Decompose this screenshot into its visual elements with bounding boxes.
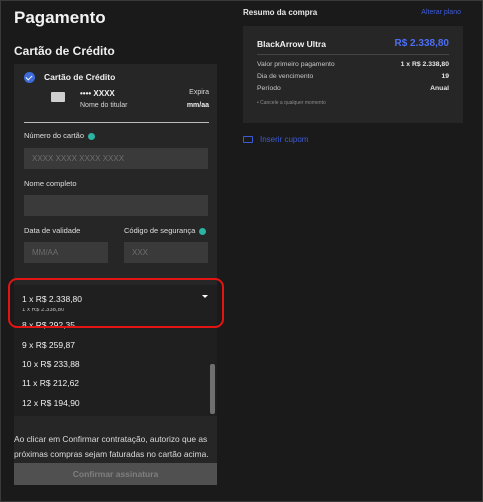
saved-card-option[interactable]: Cartão de Crédito •••• XXXX Nome do titu…: [24, 72, 209, 122]
section-title: Cartão de Crédito: [14, 44, 115, 58]
expiry-date-input[interactable]: MM/AA: [24, 242, 108, 263]
radio-selected-icon[interactable]: [24, 72, 35, 83]
coupon-label[interactable]: Inserir cupom: [260, 135, 308, 144]
card-number-label: Número do cartão: [24, 131, 96, 140]
installment-option-partial[interactable]: 1 x R$ 2.338,80: [22, 308, 64, 312]
installments-select[interactable]: 1 x R$ 2.338,80 1 x R$ 2.338,80: [14, 285, 217, 312]
card-expiry-value: mm/aa: [186, 102, 209, 109]
info-icon[interactable]: [199, 227, 207, 235]
info-icon[interactable]: [88, 132, 96, 140]
installment-option[interactable]: 11 x R$ 212,62: [22, 378, 79, 388]
card-expiry-label: Expira: [189, 89, 209, 96]
card-divider: [24, 122, 209, 123]
ticket-icon: [243, 136, 253, 143]
installment-option[interactable]: 10 x R$ 233,88: [22, 359, 80, 369]
first-payment-label: Valor primeiro pagamento: [257, 61, 335, 68]
installment-option[interactable]: 12 x R$ 194,90: [22, 398, 80, 408]
due-day-label: Dia de vencimento: [257, 73, 314, 80]
confirm-subscription-button[interactable]: Confirmar assinatura: [14, 463, 217, 485]
full-name-label: Nome completo: [24, 179, 77, 188]
plan-price: R$ 2.338,80: [394, 38, 450, 49]
cancel-note: • Cancele a qualquer momento: [257, 100, 326, 106]
change-plan-link[interactable]: Alterar plano: [421, 9, 461, 16]
card-holder-label: Nome do titular: [80, 102, 128, 109]
card-number-masked: •••• XXXX: [80, 89, 115, 98]
period-label: Período: [257, 85, 281, 92]
security-code-input[interactable]: XXX: [124, 242, 208, 263]
installments-dropdown[interactable]: 1 x R$ 2.338,80 1 x R$ 2.338,80 8 x R$ 2…: [14, 285, 217, 416]
consent-text: Ao clicar em Confirmar contratação, auto…: [14, 434, 209, 459]
installment-option[interactable]: 9 x R$ 259,87: [22, 340, 75, 350]
dropdown-scrollbar[interactable]: [210, 364, 215, 414]
due-day-value: 19: [441, 73, 449, 80]
card-number-input[interactable]: XXXX XXXX XXXX XXXX: [24, 148, 208, 169]
payment-column: Pagamento Cartão de Crédito Cartão de Cr…: [2, 0, 224, 502]
purchase-summary-panel: BlackArrow Ultra R$ 2.338,80 Valor prime…: [243, 26, 463, 123]
installment-option[interactable]: 8 x R$ 292,35: [22, 320, 75, 330]
expiry-date-label: Data de validade: [24, 226, 81, 235]
page-title: Pagamento: [14, 8, 106, 27]
full-name-input[interactable]: [24, 195, 208, 216]
period-value: Anual: [430, 85, 449, 92]
summary-title: Resumo da compra: [243, 8, 318, 17]
credit-card-icon: [51, 92, 65, 102]
security-code-label: Código de segurança: [124, 226, 207, 235]
first-payment-value: 1 x R$ 2.338,80: [400, 61, 449, 68]
installments-selected-value: 1 x R$ 2.338,80: [22, 294, 83, 304]
plan-name: BlackArrow Ultra: [257, 39, 326, 49]
card-type-label: Cartão de Crédito: [44, 72, 116, 82]
chevron-down-icon[interactable]: [202, 295, 208, 298]
summary-divider: [257, 54, 449, 55]
